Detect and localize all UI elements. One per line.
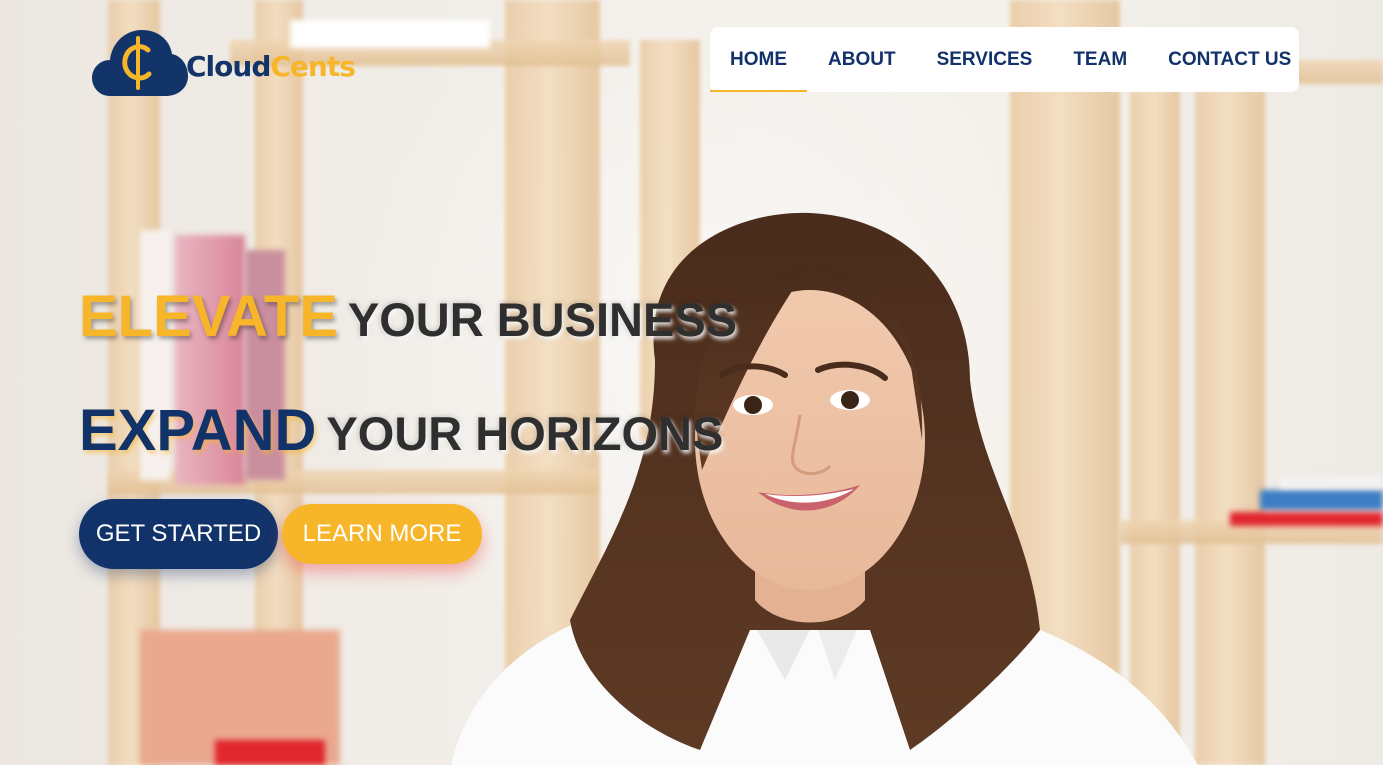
brand-name-part1: Cloud xyxy=(186,49,271,83)
nav-team[interactable]: TEAM xyxy=(1073,27,1127,92)
main-nav: HOME ABOUT SERVICES TEAM CONTACT US xyxy=(710,27,1299,92)
nav-contact-us[interactable]: CONTACT US xyxy=(1168,27,1291,92)
hero-line1-rest: YOUR BUSINESS xyxy=(347,293,738,346)
hero-line2-rest: YOUR HORIZONS xyxy=(326,407,724,460)
nav-home[interactable]: HOME xyxy=(710,27,807,92)
hero-headline-line1: ELEVATE YOUR BUSINESS xyxy=(79,283,737,350)
hero-background-photo xyxy=(0,0,1383,765)
get-started-button[interactable]: GET STARTED xyxy=(79,499,278,569)
hero-line1-accent: ELEVATE xyxy=(79,284,338,349)
brand-name-part2: Cents xyxy=(270,49,356,83)
hero-line2-accent: EXPAND xyxy=(79,398,317,463)
learn-more-button[interactable]: LEARN MORE xyxy=(282,504,482,564)
hero-headline-line2: EXPAND YOUR HORIZONS xyxy=(79,397,723,464)
brand-name: CloudCents xyxy=(186,49,356,83)
nav-about[interactable]: ABOUT xyxy=(828,27,896,92)
brand-logo[interactable]: CloudCents xyxy=(92,26,356,98)
cloud-cent-icon xyxy=(92,30,188,96)
nav-services[interactable]: SERVICES xyxy=(937,27,1033,92)
